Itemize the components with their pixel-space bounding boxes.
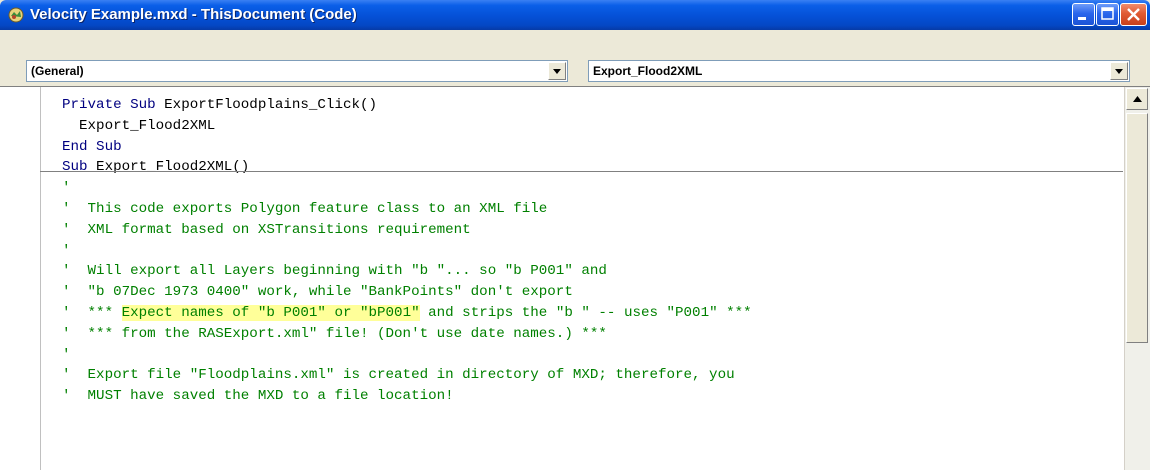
arcmap-icon [8,7,24,23]
code-token: ' This code exports Polygon feature clas… [62,200,548,217]
code-token: ExportFloodplains_Click() [155,97,378,113]
code-line[interactable]: Sub Export_Flood2XML() [62,157,752,178]
code-token: Export_Flood2XML() [87,159,250,176]
code-token: Private Sub [62,97,156,113]
close-icon [1127,8,1140,21]
code-editor[interactable]: Private Sub ExportFloodplains_Click() Ex… [0,86,1150,470]
code-token: and strips the "b " -- uses "P001" *** [419,304,752,321]
chevron-down-icon [553,69,561,74]
scroll-thumb[interactable] [1126,113,1148,343]
code-line[interactable]: End Sub [62,137,752,158]
object-combo[interactable]: (General) [26,60,568,82]
code-token: ' Export file "Floodplains.xml" is creat… [62,367,735,384]
minimize-icon [1078,17,1086,20]
vertical-scrollbar[interactable] [1124,87,1150,470]
close-button[interactable] [1120,3,1147,26]
code-token: ' *** [62,304,122,321]
procedure-combo-value: Export_Flood2XML [593,64,703,78]
procedure-combo-dropdown[interactable] [1110,62,1128,80]
combo-bar: (General) Export_Flood2XML [0,30,1150,86]
procedure-separator [40,171,1123,172]
chevron-down-icon [1115,69,1123,74]
title-bar[interactable]: Velocity Example.mxd - ThisDocument (Cod… [0,0,1150,30]
scroll-up-button[interactable] [1126,88,1148,110]
code-token: ' [62,180,71,197]
object-combo-value: (General) [31,64,84,78]
highlighted-text: Expect names of "b P001" or "bP001" [121,304,420,321]
code-token: Export_Flood2XML [62,117,216,134]
code-line[interactable]: ' [62,178,752,199]
code-token: ' [62,242,71,259]
code-line[interactable]: ' *** from the RASExport.xml" file! (Don… [62,324,752,345]
code-token: ' *** from the RASExport.xml" file! (Don… [62,325,607,342]
procedure-combo[interactable]: Export_Flood2XML [588,60,1130,82]
code-line[interactable]: ' Export file "Floodplains.xml" is creat… [62,365,752,386]
code-line[interactable]: ' [62,241,752,262]
code-text[interactable]: Private Sub ExportFloodplains_Click() Ex… [62,95,752,407]
code-line[interactable]: ' Will export all Layers beginning with … [62,261,752,282]
minimize-button[interactable] [1072,3,1095,26]
code-token: ' "b 07Dec 1973 0400" work, while "BankP… [62,284,573,301]
code-line[interactable]: ' "b 07Dec 1973 0400" work, while "BankP… [62,282,752,303]
scroll-up-icon [1133,96,1142,102]
code-token: ' XML format based on XSTransitions requ… [62,221,471,238]
code-line[interactable]: ' [62,345,752,366]
code-token: Sub [62,159,88,176]
maximize-icon [1101,7,1114,20]
maximize-button[interactable] [1096,3,1119,26]
object-combo-dropdown[interactable] [548,62,566,80]
window-title: Velocity Example.mxd - ThisDocument (Cod… [30,6,357,23]
vba-code-window: Velocity Example.mxd - ThisDocument (Cod… [0,0,1150,470]
code-line[interactable]: ' MUST have saved the MXD to a file loca… [62,386,752,407]
code-line[interactable]: ' *** Expect names of "b P001" or "bP001… [62,303,752,324]
code-line[interactable]: ' This code exports Polygon feature clas… [62,199,752,220]
code-line[interactable]: ' XML format based on XSTransitions requ… [62,220,752,241]
code-token: End Sub [62,138,122,155]
margin-indicator-bar[interactable] [0,87,41,470]
code-line[interactable]: Export_Flood2XML [62,116,752,137]
code-token: ' [62,346,71,363]
code-token: ' Will export all Layers beginning with … [62,263,607,280]
code-line[interactable]: Private Sub ExportFloodplains_Click() [62,95,752,116]
code-token: ' MUST have saved the MXD to a file loca… [62,388,454,405]
